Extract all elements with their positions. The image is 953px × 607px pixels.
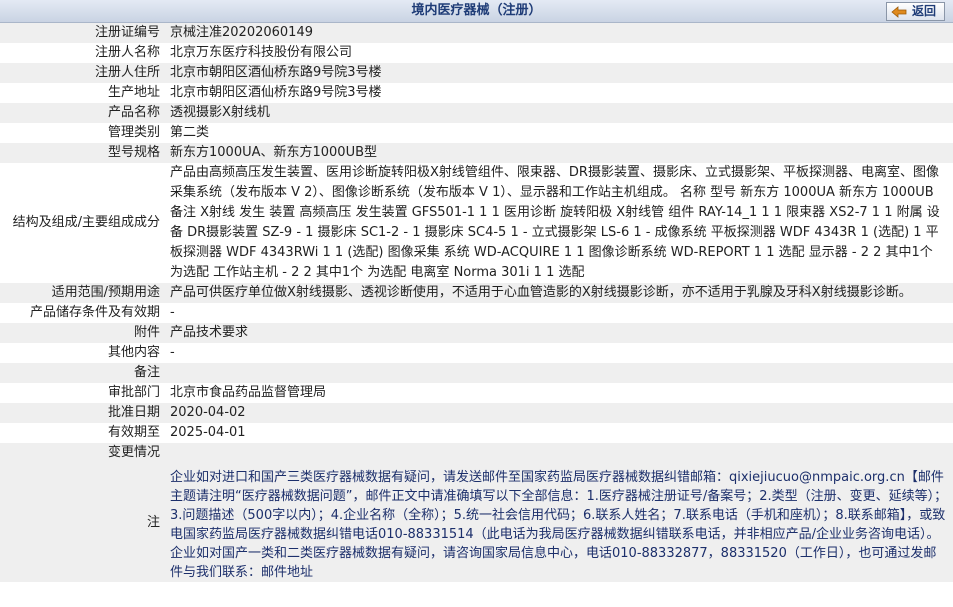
- field-value: 北京市朝阳区酒仙桥东路9号院3号楼: [166, 83, 953, 103]
- field-value: 2020-04-02: [166, 403, 953, 423]
- back-button-label: 返回: [911, 4, 936, 18]
- field-label: 变更情况: [0, 443, 166, 463]
- table-row: 审批部门 北京市食品药品监督管理局: [0, 383, 953, 403]
- table-row: 备注: [0, 363, 953, 383]
- field-value: [166, 443, 953, 463]
- field-label: 批准日期: [0, 403, 166, 423]
- page-header: 境内医疗器械（注册） 返回: [0, 0, 953, 23]
- field-label: 附件: [0, 323, 166, 343]
- field-label: 生产地址: [0, 83, 166, 103]
- field-label: 有效期至: [0, 423, 166, 443]
- table-row: 型号规格 新东方1000UA、新东方1000UB型: [0, 143, 953, 163]
- field-value: 北京市食品药品监督管理局: [166, 383, 953, 403]
- notice-row: 注 企业如对进口和国产三类医疗器械数据有疑问，请发送邮件至国家药监局医疗器械数据…: [0, 463, 953, 582]
- notice-text: 企业如对进口和国产三类医疗器械数据有疑问，请发送邮件至国家药监局医疗器械数据纠错…: [166, 463, 953, 582]
- field-label: 备注: [0, 363, 166, 383]
- field-label: 产品储存条件及有效期: [0, 303, 166, 323]
- table-row: 产品名称 透视摄影X射线机: [0, 103, 953, 123]
- back-button[interactable]: 返回: [885, 2, 945, 21]
- field-label: 审批部门: [0, 383, 166, 403]
- field-label: 产品名称: [0, 103, 166, 123]
- table-row: 注册证编号 京械注准20202060149: [0, 23, 953, 43]
- table-row: 生产地址 北京市朝阳区酒仙桥东路9号院3号楼: [0, 83, 953, 103]
- table-row: 结构及组成/主要组成成分 产品由高频高压发生装置、医用诊断旋转阳极X射线管组件、…: [0, 163, 953, 283]
- field-value: [166, 363, 953, 383]
- field-label: 适用范围/预期用途: [0, 283, 166, 303]
- table-row: 适用范围/预期用途 产品可供医疗单位做X射线摄影、透视诊断使用，不适用于心血管造…: [0, 283, 953, 303]
- back-arrow-icon: [891, 5, 907, 18]
- page-title: 境内医疗器械（注册）: [411, 3, 542, 18]
- table-row: 其他内容 -: [0, 343, 953, 363]
- table-row: 注册人名称 北京万东医疗科技股份有限公司: [0, 43, 953, 63]
- field-value: 产品可供医疗单位做X射线摄影、透视诊断使用，不适用于心血管造影的X射线摄影诊断，…: [166, 283, 953, 303]
- table-row: 批准日期 2020-04-02: [0, 403, 953, 423]
- field-value: 2025-04-01: [166, 423, 953, 443]
- field-value: 新东方1000UA、新东方1000UB型: [166, 143, 953, 163]
- field-label: 注册人名称: [0, 43, 166, 63]
- table-row: 变更情况: [0, 443, 953, 463]
- table-row: 附件 产品技术要求: [0, 323, 953, 343]
- field-value: -: [166, 303, 953, 323]
- table-row: 管理类别 第二类: [0, 123, 953, 143]
- notice-label: 注: [0, 463, 166, 582]
- detail-table: 注册证编号 京械注准20202060149 注册人名称 北京万东医疗科技股份有限…: [0, 23, 953, 582]
- field-value: -: [166, 343, 953, 363]
- field-label: 注册证编号: [0, 23, 166, 43]
- field-label: 结构及组成/主要组成成分: [0, 163, 166, 283]
- field-label: 型号规格: [0, 143, 166, 163]
- field-value: 透视摄影X射线机: [166, 103, 953, 123]
- field-value: 产品由高频高压发生装置、医用诊断旋转阳极X射线管组件、限束器、DR摄影装置、摄影…: [166, 163, 953, 283]
- field-value: 第二类: [166, 123, 953, 143]
- table-row: 产品储存条件及有效期 -: [0, 303, 953, 323]
- field-value: 产品技术要求: [166, 323, 953, 343]
- field-label: 管理类别: [0, 123, 166, 143]
- table-row: 注册人住所 北京市朝阳区酒仙桥东路9号院3号楼: [0, 63, 953, 83]
- field-value: 北京万东医疗科技股份有限公司: [166, 43, 953, 63]
- field-value: 京械注准20202060149: [166, 23, 953, 43]
- field-label: 其他内容: [0, 343, 166, 363]
- table-row: 有效期至 2025-04-01: [0, 423, 953, 443]
- field-value: 北京市朝阳区酒仙桥东路9号院3号楼: [166, 63, 953, 83]
- field-label: 注册人住所: [0, 63, 166, 83]
